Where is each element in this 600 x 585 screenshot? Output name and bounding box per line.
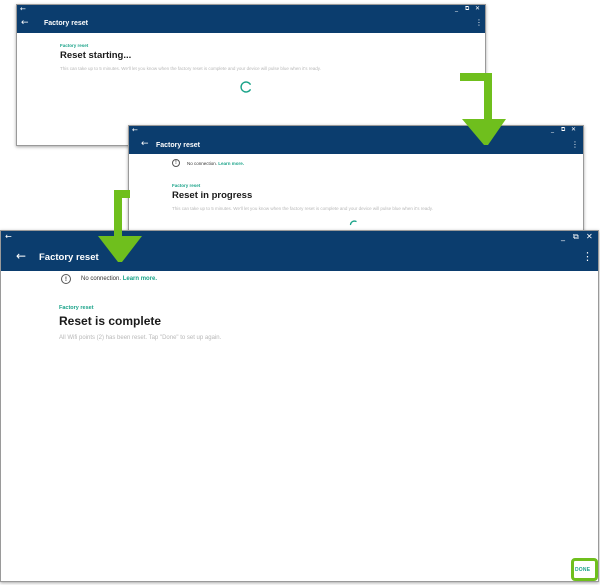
status-description: This can take up to 5 minutes. We'll let… — [60, 66, 321, 71]
notice-text: No connection. — [81, 276, 122, 282]
minimize-icon[interactable]: _ — [455, 6, 458, 12]
green-arrow-icon — [460, 73, 506, 145]
notice-text: No connection. — [187, 161, 218, 166]
page-title: Factory reset — [44, 20, 88, 27]
close-icon[interactable]: ✕ — [586, 233, 593, 241]
back-arrow-icon[interactable]: ← — [16, 250, 26, 262]
connection-notice: No connection. Learn more. — [187, 161, 244, 166]
page-title: Factory reset — [39, 252, 99, 263]
more-vert-icon[interactable]: ⋮ — [571, 141, 579, 149]
minimize-icon[interactable]: _ — [561, 233, 565, 241]
green-arrow-icon — [98, 190, 142, 262]
status-heading: Reset starting... — [60, 50, 132, 61]
back-arrow-icon[interactable]: ← — [21, 19, 29, 28]
section-label: Factory reset — [59, 305, 94, 311]
status-description: This can take up to 5 minutes. We'll let… — [172, 206, 433, 211]
section-label: Factory reset — [60, 43, 89, 48]
connection-notice: No connection. Learn more. — [81, 276, 157, 282]
restore-icon[interactable]: ⧉ — [465, 6, 469, 12]
app-bar: ← _ ⧉ ✕ ← Factory reset ⋮ — [129, 126, 583, 154]
learn-more-link[interactable]: Learn more. — [218, 161, 244, 166]
window-back-icon[interactable]: ← — [132, 127, 138, 134]
section-label: Factory reset — [172, 183, 201, 188]
window-back-icon[interactable]: ← — [5, 233, 12, 241]
close-icon[interactable]: ✕ — [571, 127, 576, 133]
loading-spinner-icon — [240, 81, 251, 93]
close-icon[interactable]: ✕ — [475, 6, 480, 12]
more-vert-icon[interactable]: ⋮ — [475, 19, 483, 27]
info-icon: ! — [172, 159, 180, 167]
back-arrow-icon[interactable]: ← — [141, 140, 149, 149]
status-heading: Reset in progress — [172, 190, 253, 201]
minimize-icon[interactable]: _ — [551, 127, 554, 133]
restore-icon[interactable]: ⧉ — [561, 127, 565, 133]
app-bar: ← _ ⧉ ✕ ← Factory reset ⋮ — [1, 231, 598, 271]
page-title: Factory reset — [156, 142, 200, 149]
done-label: DONE — [575, 567, 591, 573]
status-heading: Reset is complete — [59, 314, 162, 328]
done-button[interactable]: DONE — [571, 558, 598, 581]
window-reset-in-progress: ← _ ⧉ ✕ ← Factory reset ⋮ ! No connectio… — [128, 125, 584, 235]
learn-more-link[interactable]: Learn more. — [123, 276, 157, 282]
status-description: All Wifi points (2) has been reset. Tap … — [59, 335, 222, 341]
more-vert-icon[interactable]: ⋮ — [582, 251, 593, 262]
restore-icon[interactable]: ⧉ — [573, 233, 579, 241]
app-bar: ← _ ⧉ ✕ ← Factory reset ⋮ — [17, 5, 485, 33]
window-back-icon[interactable]: ← — [20, 6, 26, 13]
window-reset-complete: ← _ ⧉ ✕ ← Factory reset ⋮ ! No connectio… — [0, 230, 599, 582]
info-icon: ! — [61, 274, 71, 284]
